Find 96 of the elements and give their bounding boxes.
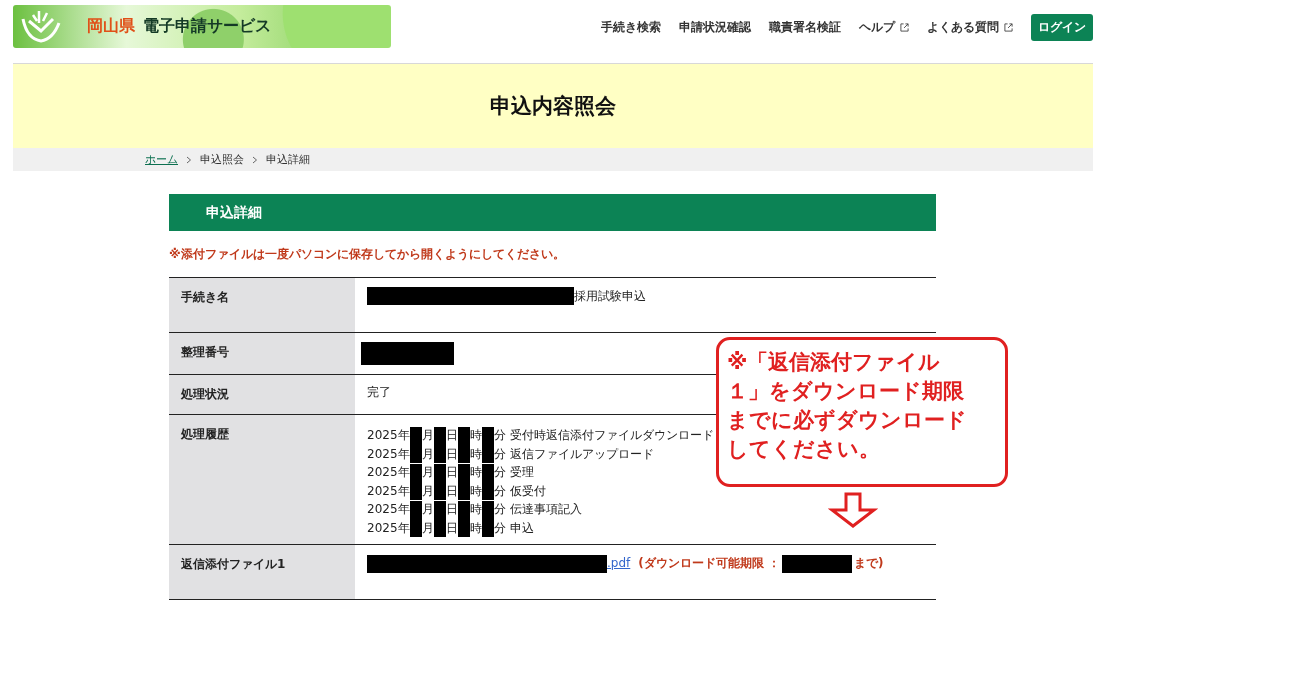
date-part: 2025年 [367, 428, 410, 442]
redaction-bar [457, 463, 470, 482]
redaction-bar [481, 500, 494, 519]
date-part: 時 [469, 446, 482, 461]
date-part: 時 [469, 483, 482, 498]
nav-link[interactable]: 職責署名検証 [769, 19, 841, 36]
deadline-text: まで) [853, 556, 884, 570]
date-part: 月 [421, 465, 434, 479]
login-button[interactable]: ログイン [1031, 14, 1093, 41]
redaction-bar [481, 426, 494, 445]
redaction-bar [409, 500, 422, 519]
redaction-bar [457, 500, 470, 519]
date-part: 2025年 [367, 465, 410, 479]
redaction-bar [433, 426, 446, 445]
history-event: 受付時返信添付ファイルダウンロード [509, 428, 714, 442]
date-part: 2025年 [367, 483, 410, 498]
history-event: 伝達事項記入 [509, 502, 582, 516]
notice-text: ※添付ファイルは一度パソコンに保存してから開くようにしてください。 [169, 246, 566, 263]
redaction-bar [433, 463, 446, 482]
callout-text: までに必ずダウンロード [727, 407, 968, 434]
row-label: 整理番号 [169, 333, 355, 374]
logo-service-name: 電子申請サービス [143, 16, 271, 37]
date-part: 月 [421, 502, 434, 516]
redaction-bar [433, 519, 446, 537]
chevron-icon [186, 155, 192, 164]
history-event: 返信ファイルアップロード [509, 446, 654, 461]
breadcrumb-item: 申込照会 [200, 152, 244, 167]
external-link-icon [900, 23, 909, 32]
date-part: 時 [469, 465, 482, 479]
row-label: 手続き名 [169, 278, 355, 332]
date-part: 2025年 [367, 520, 410, 535]
redaction-bar [409, 519, 422, 537]
nav-link[interactable]: ヘルプ [859, 19, 909, 36]
callout-text: ※「返信添付ファイル [727, 349, 942, 376]
date-part: 2025年 [367, 446, 410, 461]
date-part: 時 [469, 502, 482, 516]
redaction-bar [457, 519, 470, 537]
redaction-bar [481, 482, 494, 500]
breadcrumb-link[interactable]: ホーム [145, 152, 178, 167]
row-value: 完了 [367, 385, 391, 399]
date-part: 分 [493, 428, 506, 442]
site-logo[interactable]: 岡山県 電子申請サービス [13, 5, 391, 48]
date-part: 分 [493, 520, 506, 535]
redaction-bar [481, 445, 494, 463]
redaction-bar [481, 463, 494, 482]
row-label: 返信添付ファイル1 [169, 545, 355, 599]
redaction-bar [409, 482, 422, 500]
chevron-icon [252, 155, 258, 164]
history-event: 受理 [509, 465, 534, 479]
date-part: 分 [493, 446, 506, 461]
file-link[interactable]: .pdf [607, 556, 631, 570]
redaction-bar [409, 445, 422, 463]
date-part: 2025年 [367, 502, 410, 516]
date-part: 時 [469, 520, 482, 535]
history-event: 申込 [509, 520, 534, 535]
redaction-bar [457, 445, 470, 463]
date-part: 日 [445, 428, 458, 442]
nav-link[interactable]: 手続き検索 [601, 19, 661, 36]
redaction-bar [781, 554, 852, 573]
logo-prefecture: 岡山県 [87, 16, 135, 37]
redaction-bar [433, 482, 446, 500]
date-part: 分 [493, 465, 506, 479]
date-part: 月 [421, 428, 434, 442]
callout-text: １」をダウンロード期限 [727, 378, 965, 405]
section-title: 申込詳細 [206, 203, 262, 222]
redaction-bar [409, 463, 422, 482]
date-part: 日 [445, 446, 458, 461]
down-arrow-icon [828, 492, 878, 528]
redaction-bar [433, 445, 446, 463]
date-part: 日 [445, 502, 458, 516]
external-link-icon [1004, 23, 1013, 32]
emblem-icon [19, 8, 63, 45]
nav-link[interactable]: よくある質問 [927, 19, 1013, 36]
callout-text: してください。 [727, 436, 881, 463]
row-label: 処理履歴 [169, 415, 355, 544]
history-event: 仮受付 [509, 483, 546, 498]
redaction-bar [409, 426, 422, 445]
redaction-bar [433, 500, 446, 519]
date-part: 日 [445, 483, 458, 498]
date-part: 時 [469, 428, 482, 442]
nav-link[interactable]: 申請状況確認 [679, 19, 751, 36]
row-label: 処理状況 [169, 375, 355, 414]
date-part: 月 [421, 520, 434, 535]
date-part: 分 [493, 502, 506, 516]
redaction-bar [481, 519, 494, 537]
row-value: 採用試験申込 [574, 288, 646, 303]
date-part: 日 [445, 465, 458, 479]
page-title: 申込内容照会 [490, 93, 616, 120]
date-part: 日 [445, 520, 458, 535]
breadcrumb-item: 申込詳細 [266, 152, 310, 167]
redaction-bar [457, 426, 470, 445]
date-part: 月 [421, 446, 434, 461]
date-part: 分 [493, 483, 506, 498]
redaction-bar [457, 482, 470, 500]
deadline-text: (ダウンロード可能期限 ： [638, 556, 780, 570]
date-part: 月 [421, 483, 434, 498]
